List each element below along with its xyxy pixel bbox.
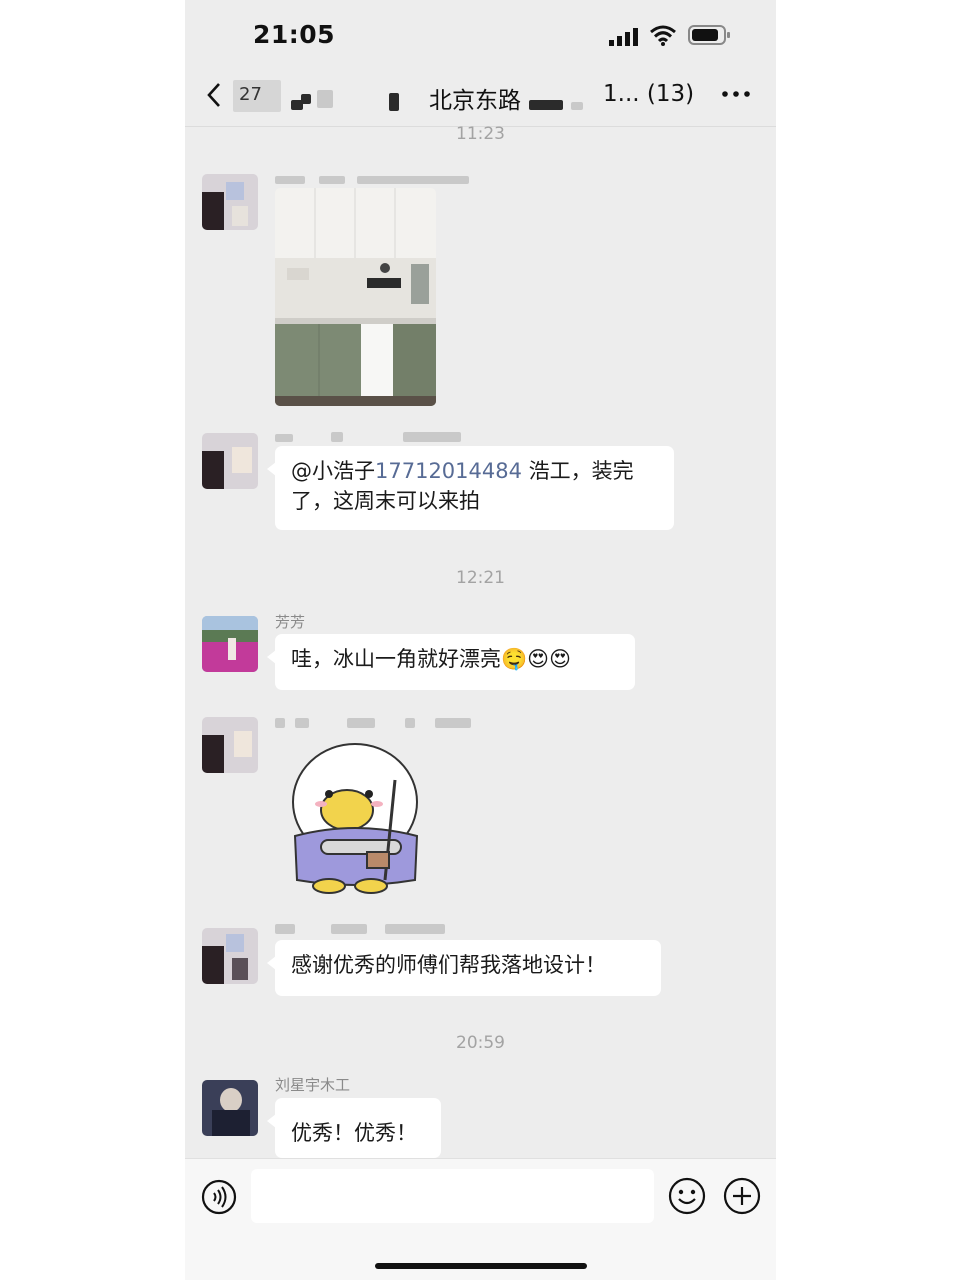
- avatar[interactable]: [202, 433, 258, 489]
- title-redaction: [301, 94, 311, 104]
- mention[interactable]: @小浩子: [291, 459, 375, 483]
- emoji-drool: 🤤: [501, 647, 528, 671]
- cellular-signal-icon: [609, 28, 638, 46]
- message-input[interactable]: [251, 1169, 654, 1223]
- kitchen-photo: [275, 188, 436, 406]
- emoji-heart-eyes: 😍: [549, 647, 571, 671]
- text-message: 优秀！优秀！: [267, 1098, 441, 1158]
- title-redaction: [529, 100, 563, 110]
- sender-name: 芳芳: [275, 613, 306, 631]
- image-message[interactable]: [275, 188, 436, 406]
- text-message: 哇，冰山一角就好漂亮🤤😍😍: [267, 634, 635, 690]
- wifi-icon: [650, 25, 676, 46]
- timestamp: 20:59: [456, 1033, 505, 1053]
- sticker-duck-erhu[interactable]: [285, 740, 430, 900]
- message-text: 哇，冰山一角就好漂亮: [291, 647, 501, 671]
- input-bar: [185, 1158, 776, 1280]
- phone-link[interactable]: 17712014484: [375, 459, 522, 483]
- plus-icon[interactable]: [723, 1177, 761, 1215]
- status-time: 21:05: [253, 20, 336, 49]
- message-text: 优秀！优秀！: [291, 1121, 417, 1145]
- sender-name-redacted: [275, 924, 471, 934]
- sender-name-redacted: [275, 718, 471, 728]
- avatar[interactable]: [202, 717, 258, 773]
- title-redaction: [317, 90, 333, 108]
- battery-icon: [688, 25, 730, 45]
- timestamp: 11:23: [456, 124, 505, 144]
- emoji-icon[interactable]: [668, 1177, 706, 1215]
- avatar[interactable]: [202, 1080, 258, 1136]
- sender-name-redacted: [275, 432, 471, 442]
- chat-title: 27 北京东路 1... (13): [233, 80, 703, 114]
- chat-screen: 21:05 27 北京东路 1... (13) 11:23 @小浩子177120…: [185, 0, 776, 1280]
- sender-name-redacted: [275, 176, 471, 186]
- avatar[interactable]: [202, 928, 258, 984]
- title-redaction: [389, 93, 399, 111]
- sender-name: 刘星宇木工: [275, 1076, 351, 1094]
- emoji-heart-eyes: 😍: [527, 647, 550, 671]
- voice-icon[interactable]: [201, 1179, 237, 1215]
- timestamp: 12:21: [456, 568, 505, 588]
- chat-member-count: 1... (13): [603, 81, 695, 107]
- avatar[interactable]: [202, 174, 258, 230]
- chat-header: 27 北京东路 1... (13): [185, 70, 776, 127]
- text-message: @小浩子17712014484 浩工，装完了，这周末可以来拍: [267, 446, 674, 530]
- title-prefix: 27: [239, 84, 262, 105]
- text-message: 感谢优秀的师傅们帮我落地设计！: [267, 940, 661, 996]
- more-icon[interactable]: [720, 84, 752, 104]
- message-text: 感谢优秀的师傅们帮我落地设计！: [291, 953, 606, 977]
- chat-title-text: 北京东路: [429, 88, 521, 114]
- back-arrow-icon[interactable]: [203, 80, 225, 110]
- title-redaction: [571, 102, 583, 110]
- home-indicator: [375, 1263, 587, 1269]
- avatar[interactable]: [202, 616, 258, 672]
- status-bar: 21:05: [185, 0, 776, 70]
